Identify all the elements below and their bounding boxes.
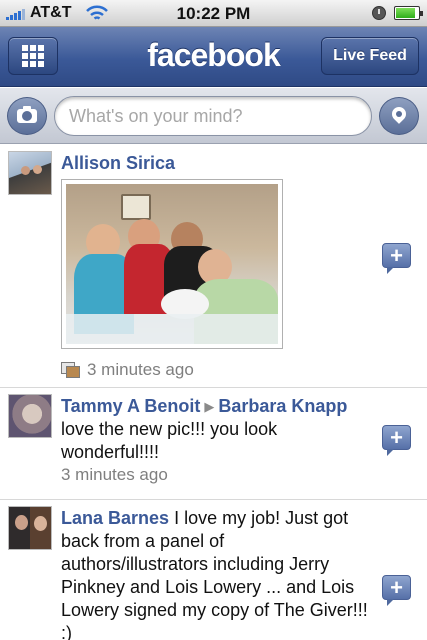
story-author[interactable]: Allison Sirica: [61, 153, 175, 173]
camera-icon: [17, 106, 37, 123]
photo-album-icon: [61, 361, 81, 379]
camera-button[interactable]: [7, 97, 47, 135]
battery-icon: [394, 6, 423, 20]
news-feed[interactable]: Allison Sirica + 3 minutes ago Tammy A B…: [0, 145, 427, 640]
add-comment-icon: +: [382, 243, 411, 268]
feed-story[interactable]: Lana Barnes I love my job! Just got back…: [0, 500, 427, 640]
feed-story[interactable]: Tammy A Benoit ▶ Barbara Knapp love the ne…: [0, 388, 427, 500]
status-bar: AT&T 10:22 PM: [0, 0, 427, 27]
story-photo-image: [66, 184, 278, 344]
story-photo[interactable]: [61, 179, 283, 349]
rotation-lock-icon: [372, 6, 386, 20]
story-text: love the new pic!!! you look wonderful!!…: [61, 419, 278, 462]
location-pin-icon: [389, 104, 409, 124]
story-timestamp: 3 minutes ago: [87, 360, 194, 379]
location-button[interactable]: [379, 97, 419, 135]
feed-story[interactable]: Allison Sirica + 3 minutes ago: [0, 145, 427, 388]
add-comment-icon: +: [382, 575, 411, 600]
comment-button[interactable]: +: [382, 425, 411, 457]
comment-button[interactable]: +: [382, 575, 411, 607]
story-timestamp: 3 minutes ago: [61, 465, 168, 484]
status-time: 10:22 PM: [176, 4, 251, 23]
story-author[interactable]: Lana Barnes: [61, 508, 169, 528]
avatar[interactable]: [8, 506, 52, 550]
avatar[interactable]: [8, 394, 52, 438]
story-target[interactable]: Barbara Knapp: [218, 396, 347, 416]
arrow-right-icon: ▶: [204, 399, 215, 414]
nav-bar: facebook Live Feed: [0, 27, 427, 87]
live-feed-button[interactable]: Live Feed: [321, 37, 419, 75]
comment-button[interactable]: +: [382, 243, 411, 275]
status-input[interactable]: [54, 96, 372, 136]
avatar[interactable]: [8, 151, 52, 195]
story-author[interactable]: Tammy A Benoit: [61, 396, 200, 416]
status-composer: [0, 88, 427, 144]
add-comment-icon: +: [382, 425, 411, 450]
